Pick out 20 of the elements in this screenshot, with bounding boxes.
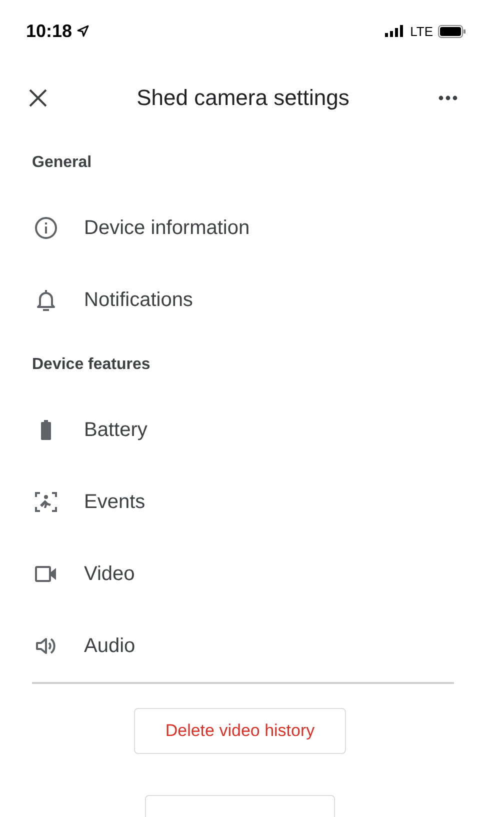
person-frame-icon	[34, 490, 58, 514]
settings-item[interactable]: Events	[84, 490, 146, 514]
delete-button[interactable]: Delete video history	[134, 708, 346, 754]
section-title: Device features	[31, 355, 152, 375]
settings-item[interactable]: Device information	[84, 216, 250, 240]
signal-icon	[385, 25, 406, 37]
network-label: LTE	[410, 24, 433, 38]
section-title: General	[31, 153, 93, 173]
settings-item[interactable]: Notifications	[84, 288, 193, 312]
more-icon	[438, 95, 458, 101]
status-time: 10:18	[26, 20, 72, 42]
close-icon	[29, 89, 47, 107]
location-arrow-icon	[77, 25, 90, 37]
settings-item[interactable]: Battery	[84, 418, 148, 442]
bell-icon	[34, 288, 58, 312]
page-title: Shed camera settings	[136, 85, 350, 111]
settings-item[interactable]: Audio	[84, 634, 136, 658]
settings-item[interactable]: Video	[84, 562, 135, 586]
battery-status-icon	[438, 24, 466, 38]
info-icon	[34, 216, 58, 240]
